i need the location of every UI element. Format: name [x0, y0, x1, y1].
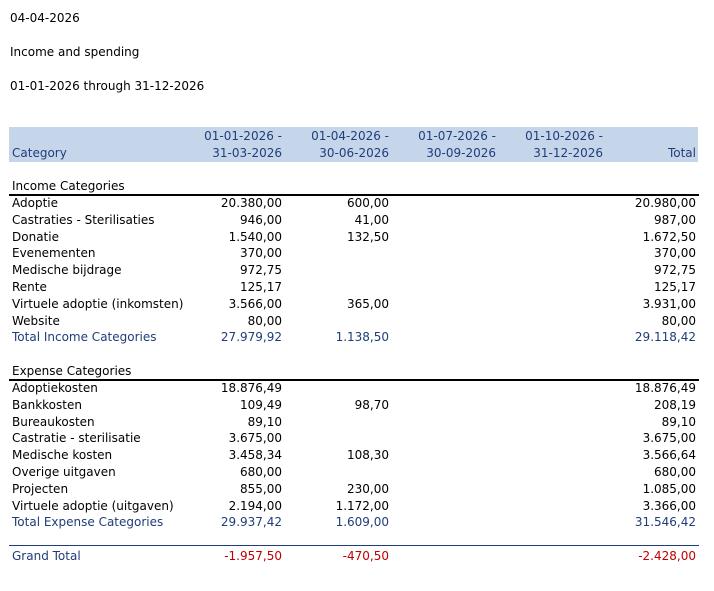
row-category: Castraties - Sterilisaties — [12, 212, 155, 227]
table-row: Castraties - Sterilisaties 946,00 41,00 987… — [0, 212, 714, 229]
row-value-q1: 370,00 — [240, 246, 282, 261]
report-date: 04-04-2026 — [10, 11, 80, 25]
row-value-total: -2.428,00 — [638, 549, 696, 563]
row-category: Bankkosten — [12, 397, 82, 412]
expense-section-title: Expense Categories — [12, 364, 132, 378]
row-value-q2: 41,00 — [354, 212, 389, 227]
table-row: Virtuele adoptie (inkomsten) 3.566,00 365,… — [0, 296, 714, 313]
row-value-total: 3.675,00 — [642, 431, 696, 446]
grand-total-rule — [9, 545, 699, 546]
row-value-q2: -470,50 — [342, 549, 389, 563]
row-category: Rente — [12, 280, 47, 294]
row-value-q1: 125,17 — [240, 280, 282, 294]
row-value-q1: 2.194,00 — [228, 498, 282, 513]
row-value-q1: 3.675,00 — [228, 431, 282, 446]
row-value-total: 1.085,00 — [642, 481, 696, 496]
column-header-category: Category — [12, 146, 67, 160]
row-category: Overige uitgaven — [12, 465, 116, 479]
row-value-total: 29.118,42 — [634, 330, 696, 345]
row-value-total: 31.546,42 — [634, 515, 696, 530]
row-value-q1: 946,00 — [240, 212, 282, 227]
row-value-total: 20.980,00 — [634, 196, 696, 210]
row-value-total: 80,00 — [661, 313, 696, 328]
row-value-q2: 365,00 — [347, 296, 389, 311]
row-category: Adoptiekosten — [12, 381, 98, 395]
row-value-total: 208,19 — [654, 397, 696, 412]
table-row: Adoptiekosten 18.876,49 18.876,49 — [0, 380, 714, 397]
table-row: Medische bijdrage 972,75 972,75 — [0, 262, 714, 279]
income-section-title: Income Categories — [12, 179, 125, 193]
table-row: Website 80,00 80,00 — [0, 313, 714, 330]
report-title: Income and spending — [10, 45, 140, 59]
row-value-q1: -1.957,50 — [224, 549, 282, 563]
table-row: Bureaukosten 89,10 89,10 — [0, 414, 714, 431]
row-value-q1: 18.876,49 — [220, 381, 282, 395]
row-value-q2: 1.138,50 — [335, 330, 389, 345]
row-value-q1: 80,00 — [247, 313, 282, 328]
row-category: Medische bijdrage — [12, 263, 122, 278]
income-total-row: Total Income Categories 27.979,92 1.138,50… — [0, 329, 714, 346]
row-category: Medische kosten — [12, 448, 113, 463]
row-value-q2: 1.172,00 — [335, 498, 389, 513]
row-value-q1: 1.540,00 — [228, 229, 282, 244]
row-value-q2: 108,30 — [347, 448, 389, 463]
row-value-total: 3.366,00 — [642, 498, 696, 513]
row-category: Projecten — [12, 481, 69, 496]
row-category: Donatie — [12, 229, 59, 244]
table-row: Projecten 855,00 230,00 1.085,00 — [0, 481, 714, 498]
row-value-total: 370,00 — [654, 246, 696, 261]
row-value-total: 987,00 — [654, 212, 696, 227]
row-value-q1: 27.979,92 — [220, 330, 282, 345]
row-value-q1: 20.380,00 — [220, 196, 282, 210]
row-category: Virtuele adoptie (uitgaven) — [12, 498, 174, 513]
table-row: Virtuele adoptie (uitgaven) 2.194,00 1.172… — [0, 498, 714, 515]
row-category: Total Expense Categories — [12, 515, 164, 530]
row-value-q1: 109,49 — [240, 397, 282, 412]
row-category: Castratie - sterilisatie — [12, 431, 141, 446]
table-row: Medische kosten 3.458,34 108,30 3.566,64 — [0, 447, 714, 464]
table-row: Rente 125,17 125,17 — [0, 279, 714, 296]
row-value-total: 18.876,49 — [634, 381, 696, 395]
row-value-total: 125,17 — [654, 280, 696, 294]
row-value-total: 1.672,50 — [642, 229, 696, 244]
table-row: Castratie - sterilisatie 3.675,00 3.675,00 — [0, 430, 714, 447]
row-category: Total Income Categories — [12, 330, 157, 345]
row-value-q1: 972,75 — [240, 263, 282, 278]
row-category: Website — [12, 313, 60, 328]
report-date-range: 01-01-2026 through 31-12-2026 — [10, 79, 205, 93]
row-value-q2: 1.609,00 — [335, 515, 389, 530]
row-value-q2: 132,50 — [347, 229, 389, 244]
row-value-q1: 680,00 — [240, 465, 282, 479]
row-value-q1: 89,10 — [247, 414, 282, 429]
row-value-q1: 855,00 — [240, 481, 282, 496]
grand-total-row: Grand Total -1.957,50 -470,50 -2.428,00 — [0, 548, 714, 565]
row-value-total: 680,00 — [654, 465, 696, 479]
row-value-q2: 600,00 — [347, 196, 389, 210]
row-value-total: 3.566,64 — [642, 448, 696, 463]
row-category: Adoptie — [12, 196, 58, 210]
row-category: Bureaukosten — [12, 414, 95, 429]
column-header-total: Total — [667, 146, 696, 160]
table-header: Category 01-01-2026 - 31-03-2026 01-04-2… — [9, 127, 698, 162]
row-value-q2: 98,70 — [354, 397, 389, 412]
row-category: Evenementen — [12, 246, 96, 261]
table-row: Donatie 1.540,00 132,50 1.672,50 — [0, 229, 714, 246]
row-value-total: 3.931,00 — [642, 296, 696, 311]
row-value-total: 89,10 — [661, 414, 696, 429]
row-category: Virtuele adoptie (inkomsten) — [12, 296, 184, 311]
row-value-total: 972,75 — [654, 263, 696, 278]
table-row: Bankkosten 109,49 98,70 208,19 — [0, 397, 714, 414]
row-value-q1: 29.937,42 — [220, 515, 282, 530]
row-value-q1: 3.458,34 — [228, 448, 282, 463]
row-value-q2: 230,00 — [347, 481, 389, 496]
table-row: Adoptie 20.380,00 600,00 20.980,00 — [0, 195, 714, 212]
table-row: Evenementen 370,00 370,00 — [0, 245, 714, 262]
expense-total-row: Total Expense Categories 29.937,42 1.609,0… — [0, 514, 714, 531]
row-category: Grand Total — [12, 549, 81, 563]
table-row: Overige uitgaven 680,00 680,00 — [0, 464, 714, 481]
row-value-q1: 3.566,00 — [228, 296, 282, 311]
